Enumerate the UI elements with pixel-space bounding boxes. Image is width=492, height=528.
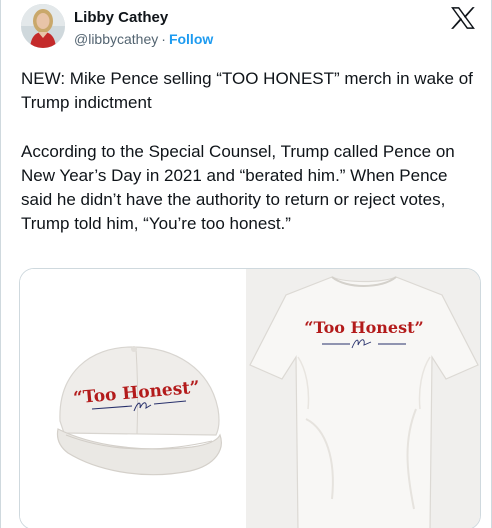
cap-illustration: “Too Honest”	[20, 269, 246, 528]
author-meta: @libbycathey · Follow	[74, 31, 213, 48]
tweet-card: Libby Cathey @libbycathey · Follow NEW: Mi…	[0, 0, 492, 528]
follow-button[interactable]: Follow	[169, 31, 213, 47]
tweet-media[interactable]: “Too Honest” “Too Honest”	[19, 268, 481, 528]
tweet-text-body: According to the Special Counsel, Trump …	[21, 142, 455, 233]
tweet-text-headline: NEW: Mike Pence selling “TOO HONEST” mer…	[21, 69, 473, 112]
author-avatar[interactable]	[21, 4, 65, 48]
cap-image[interactable]: “Too Honest”	[20, 269, 246, 528]
profile-photo	[21, 4, 65, 48]
x-logo-icon[interactable]	[450, 6, 476, 30]
shirt-image[interactable]: “Too Honest”	[246, 269, 480, 528]
shirt-slogan: “Too Honest”	[304, 318, 423, 337]
author-handle[interactable]: @libbycathey	[74, 31, 158, 47]
shirt-illustration: “Too Honest”	[246, 269, 480, 528]
author-name[interactable]: Libby Cathey	[74, 9, 168, 27]
separator-dot: ·	[161, 31, 166, 47]
